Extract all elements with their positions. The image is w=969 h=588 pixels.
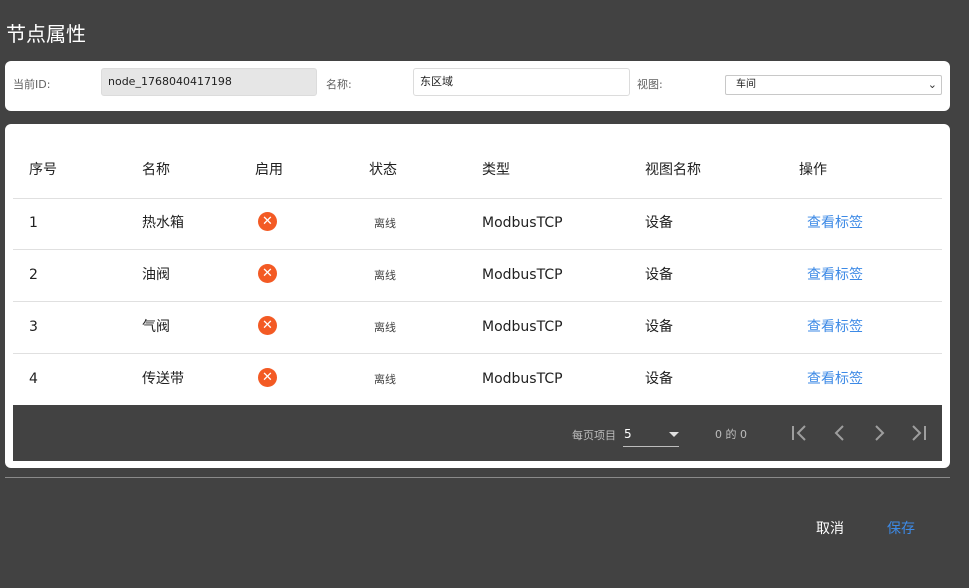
table-row: 4 传送带 ✕ 离线 ModbusTCP 设备 查看标签 [13,354,942,405]
node-form: 当前ID: node_1768040417198 名称: 东区域 视图: 车间 … [5,61,950,111]
next-page-button[interactable] [867,421,891,445]
id-label: 当前ID: [13,78,51,91]
chevron-down-icon: ⌄ [927,78,937,91]
items-per-page-select[interactable]: 5 [623,424,679,447]
save-button[interactable]: 保存 [887,518,915,538]
error-circle-icon: ✕ [258,264,277,283]
table-card: 序号 名称 启用 状态 类型 视图名称 操作 1 热水箱 ✕ 离线 Modbus… [5,124,950,468]
chevron-left-icon [834,425,844,441]
caret-down-icon [669,432,679,437]
name-label: 名称: [326,78,352,91]
first-page-button[interactable] [788,421,812,445]
view-tags-link[interactable]: 查看标签 [807,302,863,353]
items-per-page-value: 5 [624,427,632,441]
view-tags-link[interactable]: 查看标签 [807,354,863,405]
node-id-field: node_1768040417198 [101,68,317,96]
header-action: 操作 [799,162,827,178]
items-per-page-label: 每页项目 [572,429,616,442]
header-name: 名称 [142,162,170,178]
previous-page-button[interactable] [828,421,852,445]
row-view-name: 设备 [645,215,673,231]
row-view-name: 设备 [645,267,673,283]
row-name: 热水箱 [142,215,184,231]
row-view-name: 设备 [645,371,673,387]
header-status: 状态 [369,162,397,178]
row-view-name: 设备 [645,319,673,335]
chevron-right-icon [875,425,885,441]
table-header-row: 序号 名称 启用 状态 类型 视图名称 操作 [13,143,942,199]
last-page-icon [912,425,926,441]
first-page-icon [792,425,806,441]
header-index: 序号 [29,162,57,178]
error-circle-icon: ✕ [258,368,277,387]
row-index: 1 [29,215,38,231]
row-index: 3 [29,319,38,335]
header-enabled: 启用 [255,162,283,178]
page-range-label: 0 的 0 [715,428,747,441]
cancel-button[interactable]: 取消 [816,518,844,538]
data-table: 序号 名称 启用 状态 类型 视图名称 操作 1 热水箱 ✕ 离线 Modbus… [13,143,942,405]
header-view-name: 视图名称 [645,162,701,178]
row-name: 传送带 [142,371,184,387]
row-status: 离线 [374,269,396,282]
name-input[interactable]: 东区域 [413,68,630,96]
view-tags-link[interactable]: 查看标签 [807,250,863,301]
row-type: ModbusTCP [482,319,563,335]
row-type: ModbusTCP [482,267,563,283]
table-row: 1 热水箱 ✕ 离线 ModbusTCP 设备 查看标签 [13,198,942,250]
table-row: 3 气阀 ✕ 离线 ModbusTCP 设备 查看标签 [13,302,942,354]
view-select-value: 车间 [736,79,756,90]
error-circle-icon: ✕ [258,212,277,231]
row-type: ModbusTCP [482,371,563,387]
row-status: 离线 [374,217,396,230]
row-index: 4 [29,371,38,387]
row-status: 离线 [374,321,396,334]
view-select[interactable]: 车间 ⌄ [725,75,942,95]
divider [5,477,950,478]
row-name: 油阀 [142,267,170,283]
error-circle-icon: ✕ [258,316,277,335]
view-tags-link[interactable]: 查看标签 [807,198,863,249]
header-type: 类型 [482,162,510,178]
table-row: 2 油阀 ✕ 离线 ModbusTCP 设备 查看标签 [13,250,942,302]
paginator: 每页项目 5 0 的 0 [13,405,942,461]
row-index: 2 [29,267,38,283]
page-title: 节点属性 [6,22,86,46]
last-page-button[interactable] [906,421,930,445]
row-type: ModbusTCP [482,215,563,231]
row-name: 气阀 [142,319,170,335]
view-label: 视图: [637,78,663,91]
row-status: 离线 [374,373,396,386]
